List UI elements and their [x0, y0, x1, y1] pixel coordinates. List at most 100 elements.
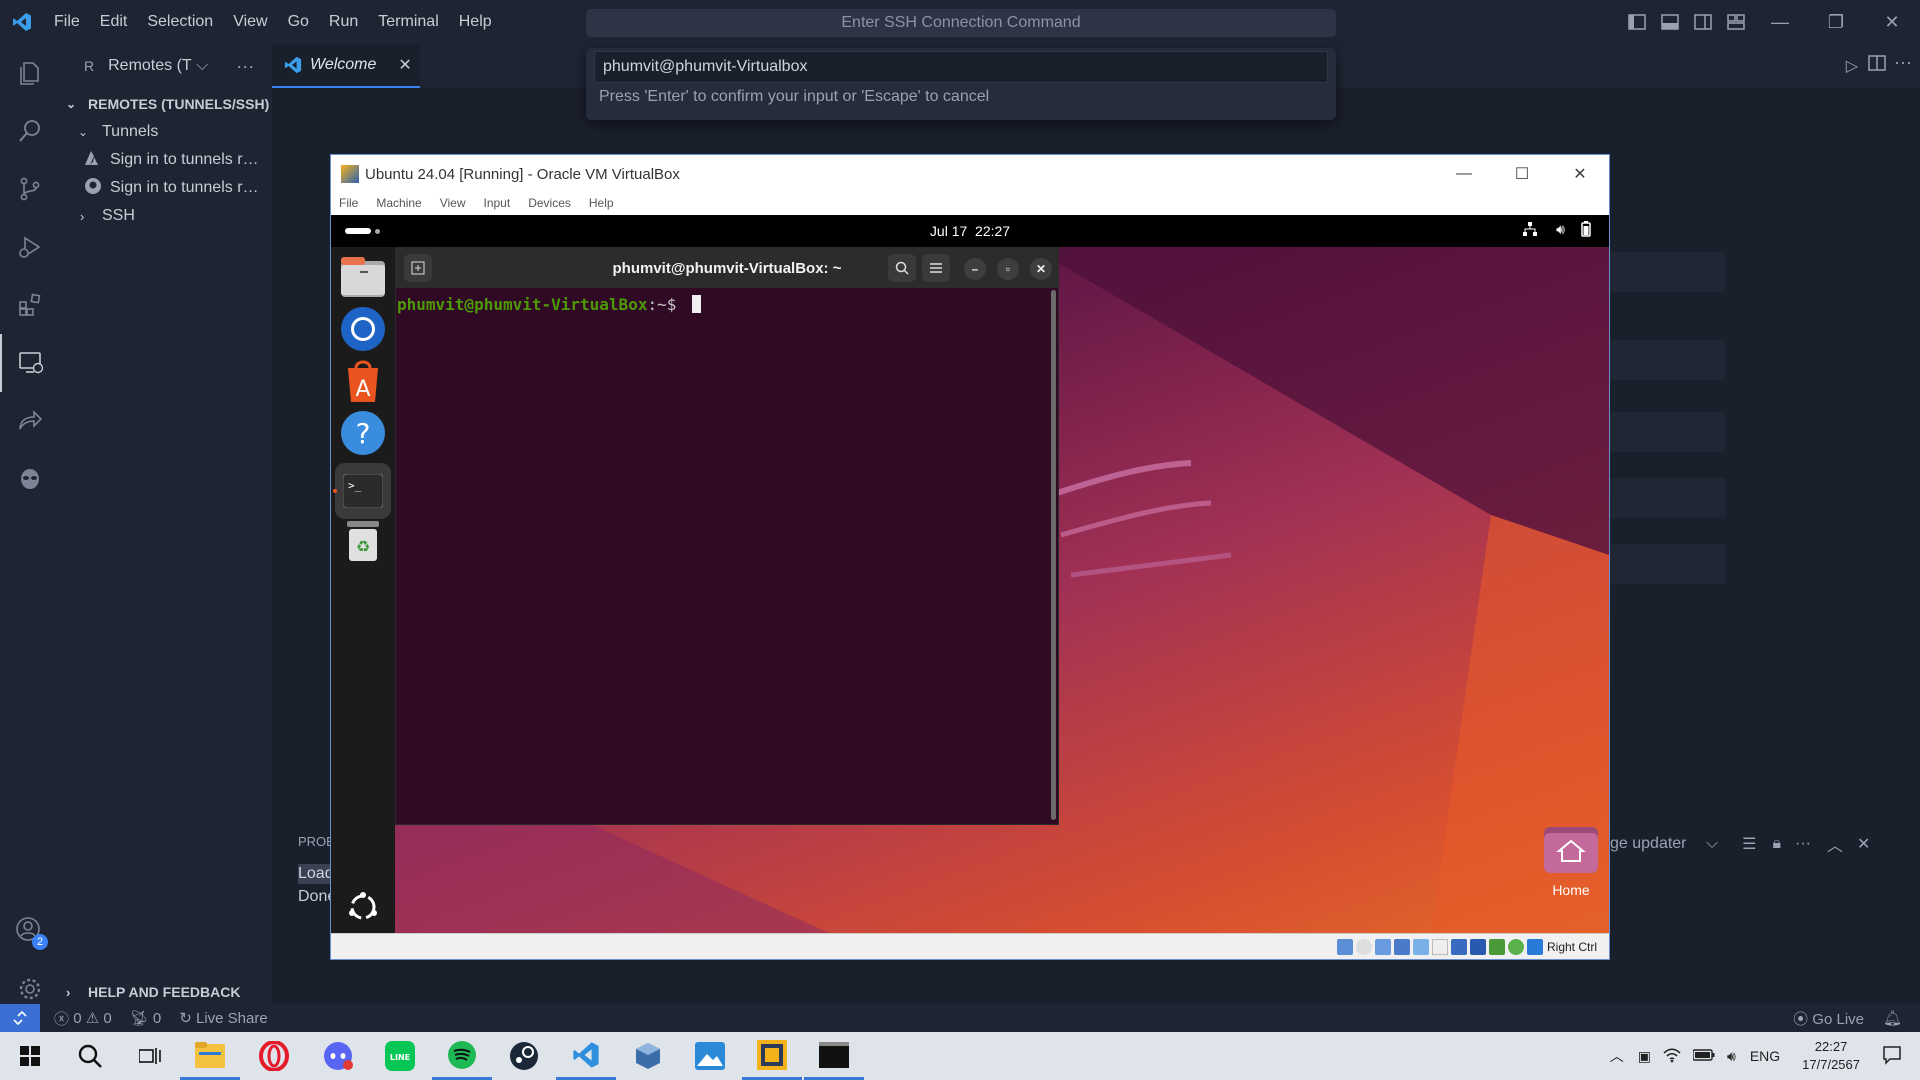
- input-language[interactable]: ENG: [1742, 1048, 1788, 1064]
- toggle-primary-sidebar-icon[interactable]: [1620, 0, 1653, 44]
- steam-taskbar-icon[interactable]: [494, 1032, 554, 1080]
- audio-icon[interactable]: [1374, 938, 1391, 955]
- opera-taskbar-icon[interactable]: [244, 1032, 304, 1080]
- help-app-icon[interactable]: ?: [339, 409, 387, 457]
- battery-tray-icon[interactable]: [1687, 1048, 1721, 1064]
- more-actions-icon[interactable]: ···: [1795, 835, 1811, 853]
- recording-icon[interactable]: [1469, 938, 1486, 955]
- usb-icon[interactable]: [1412, 938, 1429, 955]
- terminal-taskbar-icon[interactable]: [804, 1032, 864, 1080]
- tree-tunnels[interactable]: ⌄ Tunnels: [60, 118, 272, 146]
- vbox-close-icon[interactable]: ✕: [1551, 155, 1609, 193]
- toggle-secondary-sidebar-icon[interactable]: [1686, 0, 1719, 44]
- menu-edit[interactable]: Edit: [90, 0, 138, 44]
- vbox-menu-help[interactable]: Help: [589, 196, 614, 210]
- virtualbox-vm-taskbar-icon[interactable]: [742, 1032, 802, 1080]
- battery-icon[interactable]: [1581, 221, 1591, 240]
- vbox-menu-devices[interactable]: Devices: [528, 196, 571, 210]
- network-adapter-icon[interactable]: [1393, 938, 1410, 955]
- section-remotes[interactable]: ⌄ REMOTES (TUNNELS/SSH): [60, 90, 272, 118]
- go-live-status[interactable]: ⦿ Go Live: [1793, 1008, 1864, 1029]
- terminal-close-icon[interactable]: ✕: [1030, 258, 1052, 280]
- chevron-down-icon[interactable]: ⌵: [196, 57, 208, 75]
- terminal-scrollbar[interactable]: [1051, 290, 1056, 820]
- ubuntu-desktop[interactable]: Jul 17 22:27 🔊︎ A ? >_ ♻ phumvit@phumvit…: [331, 215, 1609, 934]
- optical-drive-icon[interactable]: [1355, 938, 1372, 955]
- vbox-maximize-icon[interactable]: ☐: [1493, 155, 1551, 193]
- close-tab-icon[interactable]: ✕: [398, 55, 411, 75]
- chromium-app-icon[interactable]: [339, 305, 387, 353]
- run-icon[interactable]: ▷: [1846, 56, 1858, 76]
- terminal-app-icon[interactable]: >_: [335, 463, 391, 519]
- alien-extension-icon[interactable]: [0, 450, 60, 508]
- mouse-integration-icon[interactable]: [1507, 938, 1524, 955]
- source-control-icon[interactable]: [0, 160, 60, 218]
- lock-icon[interactable]: 🔒︎: [1772, 835, 1781, 853]
- photos-taskbar-icon[interactable]: [680, 1032, 740, 1080]
- taskbar-clock[interactable]: 22:27 17/7/2567: [1788, 1038, 1874, 1074]
- vbox-menu-machine[interactable]: Machine: [376, 196, 421, 210]
- restore-icon[interactable]: ❐: [1808, 0, 1864, 44]
- network-icon[interactable]: [1523, 222, 1537, 239]
- ssh-command-input[interactable]: phumvit@phumvit-Virtualbox: [594, 51, 1328, 83]
- tree-item-sign-in-microsoft[interactable]: Sign in to tunnels registered with Micro…: [60, 146, 272, 174]
- terminal-window[interactable]: phumvit@phumvit-VirtualBox: ~ – ▫ ✕ phum…: [395, 247, 1059, 825]
- live-share-icon[interactable]: [0, 392, 60, 450]
- wifi-icon[interactable]: [1657, 1047, 1687, 1066]
- chevron-down-icon[interactable]: ⌵: [1706, 835, 1718, 853]
- vscode-taskbar-icon[interactable]: [556, 1032, 616, 1080]
- menu-go[interactable]: Go: [278, 0, 319, 44]
- action-center-icon[interactable]: [1874, 1045, 1920, 1068]
- menu-terminal[interactable]: Terminal: [368, 0, 448, 44]
- problems-status[interactable]: ⓧ 0 ⚠ 0: [54, 1008, 112, 1029]
- files-app-icon[interactable]: [339, 253, 387, 301]
- menu-selection[interactable]: Selection: [137, 0, 223, 44]
- menu-view[interactable]: View: [223, 0, 277, 44]
- explorer-icon[interactable]: [0, 44, 60, 102]
- cpu-icon[interactable]: [1488, 938, 1505, 955]
- volume-icon[interactable]: 🔊︎: [1556, 221, 1565, 238]
- toggle-panel-icon[interactable]: [1653, 0, 1686, 44]
- tree-item-sign-in-github[interactable]: Sign in to tunnels registered with GitHu…: [60, 174, 272, 202]
- vbox-minimize-icon[interactable]: —: [1435, 155, 1493, 193]
- menu-run[interactable]: Run: [319, 0, 368, 44]
- file-explorer-taskbar-icon[interactable]: [180, 1032, 240, 1080]
- clear-output-icon[interactable]: ☰: [1742, 834, 1756, 854]
- windows-search-icon[interactable]: [60, 1032, 120, 1080]
- terminal-minimize-icon[interactable]: –: [964, 258, 986, 280]
- tree-ssh[interactable]: › SSH: [60, 202, 272, 230]
- shared-folders-icon[interactable]: [1431, 938, 1448, 955]
- clock[interactable]: Jul 17 22:27: [331, 223, 1609, 239]
- notifications-bell-icon[interactable]: 🔔︎: [1883, 1009, 1902, 1027]
- more-actions-icon[interactable]: ···: [236, 56, 254, 77]
- virtualbox-app-taskbar-icon[interactable]: [618, 1032, 678, 1080]
- show-apps-icon[interactable]: [339, 883, 387, 931]
- customize-layout-icon[interactable]: [1719, 0, 1752, 44]
- command-center[interactable]: Enter SSH Connection Command: [586, 9, 1336, 37]
- output-channel-select[interactable]: ge updater: [1610, 835, 1700, 853]
- terminal-maximize-icon[interactable]: ▫: [997, 258, 1019, 280]
- discord-taskbar-icon[interactable]: [308, 1032, 368, 1080]
- vbox-menu-file[interactable]: File: [339, 196, 358, 210]
- search-icon[interactable]: [0, 102, 60, 160]
- start-button-icon[interactable]: [0, 1032, 60, 1080]
- tray-app-icon[interactable]: ▣: [1632, 1048, 1657, 1065]
- vbox-menu-view[interactable]: View: [440, 196, 466, 210]
- section-help-feedback[interactable]: › HELP AND FEEDBACK: [60, 978, 240, 1006]
- menu-file[interactable]: File: [44, 0, 90, 44]
- new-tab-icon[interactable]: [404, 254, 432, 282]
- accounts-icon[interactable]: 2: [0, 902, 60, 960]
- ports-status[interactable]: 📡︎ 0: [130, 1009, 162, 1027]
- maximize-panel-icon[interactable]: ︿: [1827, 832, 1843, 856]
- vbox-menu-input[interactable]: Input: [484, 196, 511, 210]
- spotify-taskbar-icon[interactable]: [432, 1032, 492, 1080]
- home-folder-desktop-icon[interactable]: Home: [1541, 823, 1601, 898]
- view-title[interactable]: Remotes (Tunnels/SSH): [108, 57, 192, 75]
- run-debug-icon[interactable]: [0, 218, 60, 276]
- app-center-icon[interactable]: A: [339, 357, 387, 405]
- extensions-icon[interactable]: [0, 276, 60, 334]
- minimize-icon[interactable]: —: [1752, 0, 1808, 44]
- remote-indicator-button[interactable]: [0, 1004, 40, 1032]
- live-share-status[interactable]: ↻ Live Share: [179, 1009, 267, 1027]
- close-panel-icon[interactable]: ✕: [1857, 834, 1870, 854]
